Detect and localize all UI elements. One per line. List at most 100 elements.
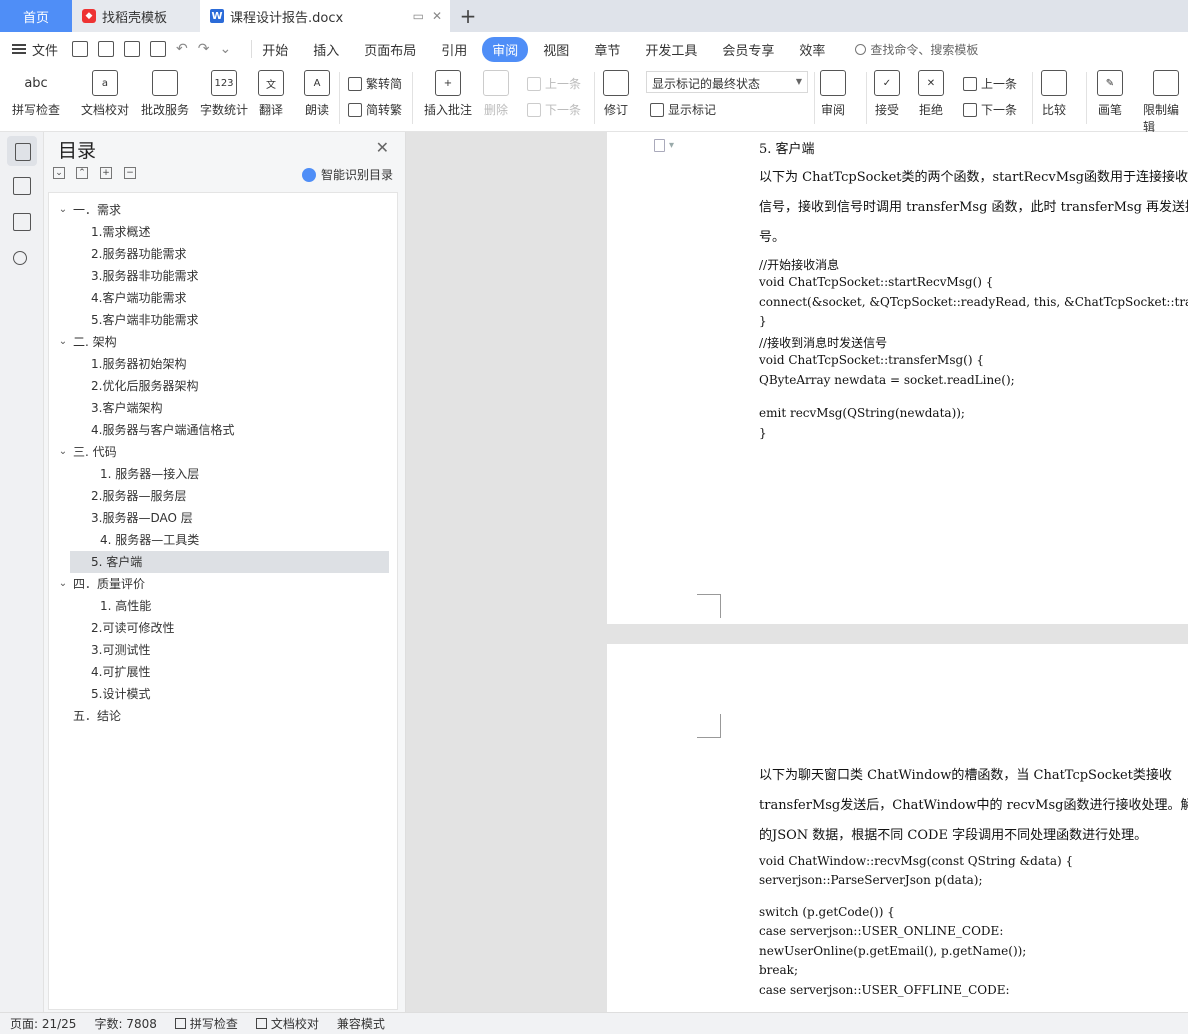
- add-heading-icon[interactable]: +: [100, 167, 112, 179]
- toc-item[interactable]: 4.可扩展性: [49, 661, 397, 683]
- spell-check-toggle[interactable]: 拼写检查: [174, 1015, 238, 1032]
- tab-home[interactable]: 首页: [0, 0, 72, 32]
- tab-document[interactable]: W 课程设计报告.docx ▭ ✕: [200, 0, 450, 32]
- word-count-icon: 123: [211, 70, 237, 96]
- markup-state-select[interactable]: 显示标记的最终状态 ▼: [646, 71, 808, 93]
- toc-item[interactable]: ⌄ 二. 架构: [49, 331, 397, 353]
- bookmark-icon[interactable]: [13, 213, 31, 231]
- export-pdf-icon[interactable]: [98, 41, 115, 57]
- code-line: newUserOnline(p.getEmail(), p.getName())…: [759, 944, 1027, 958]
- file-menu-button[interactable]: 文件: [12, 40, 58, 59]
- tab-template[interactable]: ◆ 找稻壳模板: [72, 0, 200, 32]
- next-change-button[interactable]: 下一条: [963, 101, 1017, 118]
- print-icon[interactable]: [124, 41, 141, 57]
- to-traditional-button[interactable]: 繁转简: [348, 75, 402, 92]
- reject-button[interactable]: ✕ 拒绝: [918, 70, 944, 118]
- toc-item[interactable]: 2.服务器—服务层: [49, 485, 397, 507]
- customize-dropdown-icon[interactable]: ⌄: [219, 41, 231, 57]
- tab-developer[interactable]: 开发工具: [645, 37, 697, 62]
- toc-item[interactable]: 3.可测试性: [49, 639, 397, 661]
- chapter-nav-icon[interactable]: [13, 177, 31, 195]
- tab-start[interactable]: 开始: [262, 37, 288, 62]
- translate-button[interactable]: 文 翻译: [258, 70, 284, 118]
- chevron-down-icon[interactable]: ⌄: [58, 331, 68, 353]
- toc-panel-icon[interactable]: [7, 136, 37, 166]
- doc-proof-button[interactable]: a 文档校对: [81, 70, 129, 118]
- to-traditional-icon: [348, 76, 362, 91]
- toc-item[interactable]: 2.服务器功能需求: [49, 243, 397, 265]
- redo-icon[interactable]: ↷: [198, 41, 210, 57]
- tab-float-icon[interactable]: ▭: [413, 9, 424, 23]
- pen-button[interactable]: ✎ 画笔: [1097, 70, 1123, 118]
- batch-service-button[interactable]: 批改服务: [141, 70, 189, 118]
- tab-efficiency[interactable]: 效率: [799, 37, 825, 62]
- insert-comment-button[interactable]: + 插入批注: [424, 70, 472, 118]
- tab-review[interactable]: 审阅: [482, 36, 529, 62]
- to-simplified-button[interactable]: 简转繁: [348, 101, 402, 118]
- insert-comment-icon: +: [435, 70, 461, 96]
- word-count-button[interactable]: 123 字数统计: [200, 70, 248, 118]
- compare-button[interactable]: 比较: [1041, 70, 1067, 118]
- tab-view[interactable]: 视图: [543, 37, 569, 62]
- restrict-edit-button[interactable]: 限制编辑: [1143, 70, 1188, 135]
- pen-icon: ✎: [1097, 70, 1123, 96]
- save-icon[interactable]: [72, 41, 89, 57]
- smart-toc-button[interactable]: 智能识别目录: [301, 166, 393, 183]
- tab-references[interactable]: 引用: [441, 37, 467, 62]
- new-tab-button[interactable]: +: [450, 0, 486, 32]
- remove-heading-icon[interactable]: −: [124, 167, 136, 179]
- toc-item-label: 三. 代码: [73, 445, 117, 459]
- toc-item[interactable]: 五．结论: [49, 705, 397, 727]
- prev-change-button[interactable]: 上一条: [963, 75, 1017, 92]
- tab-page-layout[interactable]: 页面布局: [364, 37, 416, 62]
- toc-item[interactable]: 2.可读可修改性: [49, 617, 397, 639]
- tab-member[interactable]: 会员专享: [722, 37, 774, 62]
- chevron-down-icon[interactable]: ⌄: [58, 441, 68, 463]
- close-icon[interactable]: ✕: [376, 138, 389, 157]
- accept-button[interactable]: ✓ 接受: [874, 70, 900, 118]
- word-count-indicator[interactable]: 字数: 7808: [94, 1015, 156, 1032]
- command-search[interactable]: 查找命令、搜索模板: [855, 41, 978, 58]
- doc-proof-status[interactable]: 文档校对: [255, 1015, 319, 1032]
- toc-item[interactable]: 1.服务器初始架构: [49, 353, 397, 375]
- chevron-down-icon[interactable]: ⌄: [58, 573, 68, 595]
- prev-comment-button[interactable]: 上一条: [527, 75, 581, 92]
- undo-icon[interactable]: ↶: [176, 41, 188, 57]
- toc-item[interactable]: 1.需求概述: [49, 221, 397, 243]
- review-pane-button[interactable]: 审阅: [820, 70, 846, 118]
- track-changes-button[interactable]: 修订: [603, 70, 629, 118]
- toc-item[interactable]: 5. 客户端: [70, 551, 389, 573]
- toc-item[interactable]: 3.服务器非功能需求: [49, 265, 397, 287]
- next-comment-button[interactable]: 下一条: [527, 101, 581, 118]
- toc-item[interactable]: 5.客户端非功能需求: [49, 309, 397, 331]
- toc-item[interactable]: ⌄ 四．质量评价: [49, 573, 397, 595]
- toc-item[interactable]: 2.优化后服务器架构: [49, 375, 397, 397]
- toc-item[interactable]: 1. 高性能: [49, 595, 397, 617]
- read-aloud-button[interactable]: A 朗读: [304, 70, 330, 118]
- delete-comment-button[interactable]: 删除: [483, 70, 509, 118]
- tab-chapter[interactable]: 章节: [594, 37, 620, 62]
- page-indicator[interactable]: 页面: 21/25: [10, 1015, 76, 1032]
- document-page[interactable]: ▾ 5. 客户端 以下为 ChatTcpSocket类的两个函数，startRe…: [607, 132, 1188, 624]
- print-preview-icon[interactable]: [150, 41, 167, 57]
- toc-item[interactable]: 4.客户端功能需求: [49, 287, 397, 309]
- show-markup-button[interactable]: 显示标记: [650, 101, 716, 118]
- tab-insert[interactable]: 插入: [313, 37, 339, 62]
- toc-item[interactable]: ⌄ 三. 代码: [49, 441, 397, 463]
- delete-comment-icon: [483, 70, 509, 96]
- spell-check-button[interactable]: abc 拼写检查: [12, 70, 60, 118]
- toc-item[interactable]: 4.服务器与客户端通信格式: [49, 419, 397, 441]
- collapse-all-icon[interactable]: ⌃: [76, 167, 88, 179]
- expand-all-icon[interactable]: ⌄: [53, 167, 65, 179]
- toc-item[interactable]: 3.客户端架构: [49, 397, 397, 419]
- toc-item[interactable]: 5.设计模式: [49, 683, 397, 705]
- toc-item[interactable]: 4. 服务器—工具类: [49, 529, 397, 551]
- search-icon[interactable]: [13, 251, 27, 265]
- toc-item[interactable]: 3.服务器—DAO 层: [49, 507, 397, 529]
- chevron-down-icon[interactable]: ⌄: [58, 199, 68, 221]
- document-page[interactable]: 以下为聊天窗口类 ChatWindow的槽函数，当 ChatTcpSocket类…: [607, 644, 1188, 1012]
- toc-item[interactable]: 1. 服务器—接入层: [49, 463, 397, 485]
- tab-close-icon[interactable]: ✕: [432, 9, 442, 23]
- toc-item[interactable]: ⌄ 一．需求: [49, 199, 397, 221]
- paragraph-menu-icon[interactable]: ▾: [654, 139, 674, 152]
